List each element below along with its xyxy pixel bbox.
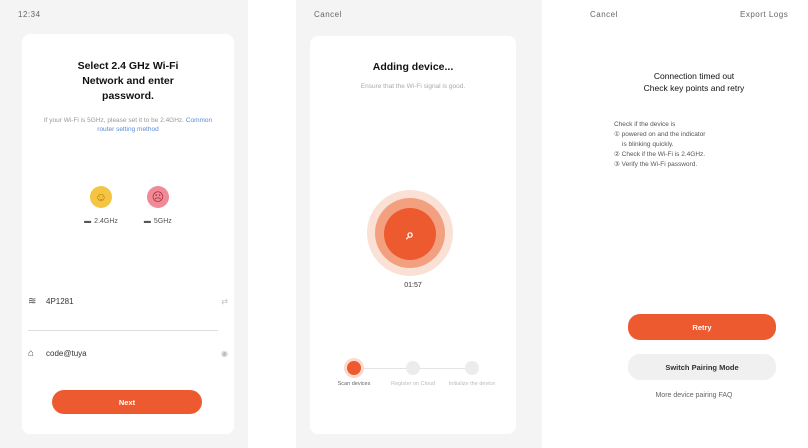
router-icon: ▬ — [143, 218, 151, 225]
page-title: Adding device... — [372, 61, 454, 73]
retry-button[interactable]: Retry — [628, 314, 776, 340]
page-title: Select 2.4 GHz Wi-Fi Network and enter p… — [77, 60, 179, 102]
switch-network-icon[interactable]: ⇄ — [214, 297, 228, 306]
next-button[interactable]: Next — [52, 390, 202, 414]
band-good: ☺ ▬ 2.4GHz — [84, 186, 118, 225]
band-bad: ☹ ▬ 5GHz — [144, 186, 172, 225]
check-item: ③ Verify the Wi-Fi password. — [614, 161, 698, 168]
step-register-label: Register on Cloud — [390, 381, 436, 387]
step-scan: Scan devices — [324, 358, 384, 387]
export-logs-link[interactable]: Export Logs — [740, 10, 788, 19]
band-good-label: ▬ 2.4GHz — [84, 218, 118, 225]
adding-subtitle: Ensure that the Wi-Fi signal is good. — [360, 83, 466, 90]
step-scan-label: Scan devices — [337, 381, 371, 387]
faq-link[interactable]: More device pairing FAQ — [580, 392, 808, 399]
timeout-title: Connection timed out Check key points an… — [580, 70, 808, 94]
band-comparison: ☺ ▬ 2.4GHz ☹ ▬ 5GHz — [22, 186, 234, 225]
connection-timeout-screen: Cancel Export Logs Connection timed out … — [580, 0, 808, 448]
password-field[interactable]: ⌂ code@tuya ◉ — [28, 342, 228, 364]
wifi-setup-screen: 12:34 Select 2.4 GHz Wi-Fi Network and e… — [0, 0, 248, 448]
search-icon: ⌕ — [384, 208, 436, 260]
check-item: Check if the device is — [614, 121, 676, 128]
adding-device-screen: Cancel Adding device... Ensure that the … — [296, 0, 542, 448]
timeout-title-line1: Connection timed out — [653, 71, 735, 81]
eye-icon[interactable]: ◉ — [214, 349, 228, 358]
cancel-link[interactable]: Cancel — [590, 10, 618, 19]
wifi-name-field[interactable]: ≋ 4P1281 ⇄ — [28, 290, 228, 312]
step-pending-dot — [406, 361, 420, 375]
step-pending-dot — [465, 361, 479, 375]
password-value: code@tuya — [46, 348, 87, 358]
step-register: Register on Cloud — [383, 358, 443, 387]
switch-pairing-mode-button[interactable]: Switch Pairing Mode — [628, 354, 776, 380]
wifi-icon: ≋ — [28, 295, 37, 307]
smile-icon: ☺ — [90, 186, 113, 208]
check-item: ① powered on and the indicator — [614, 131, 706, 138]
band-good-text: 2.4GHz — [94, 218, 118, 225]
band-bad-label: ▬ 5GHz — [144, 218, 172, 225]
adding-device-card: Adding device... Ensure that the Wi-Fi s… — [310, 36, 516, 434]
check-list: Check if the device is ① powered on and … — [614, 120, 784, 170]
elapsed-time: 01:57 — [404, 282, 422, 289]
band-bad-text: 5GHz — [153, 218, 172, 225]
wifi-hint-text: If your Wi-Fi is 5GHz, please set it to … — [43, 117, 184, 124]
step-active-dot — [347, 361, 361, 375]
check-item: is blinking quickly. — [622, 141, 674, 148]
cancel-link[interactable]: Cancel — [314, 10, 342, 19]
wifi-setup-card: Select 2.4 GHz Wi-Fi Network and enter p… — [22, 34, 234, 434]
wifi-hint: If your Wi-Fi is 5GHz, please set it to … — [36, 116, 220, 134]
step-initialize-label: Initialize the device — [448, 381, 496, 387]
timeout-title-line2: Check key points and retry — [643, 83, 745, 93]
wifi-name-value: 4P1281 — [46, 296, 74, 306]
sad-icon: ☹ — [146, 186, 169, 208]
lock-icon: ⌂ — [28, 347, 35, 359]
check-item: ② Check if the Wi-Fi is 2.4GHz. — [614, 151, 706, 158]
field-divider — [28, 330, 218, 331]
router-icon: ▬ — [84, 218, 92, 225]
step-initialize: Initialize the device — [442, 358, 502, 387]
status-bar: 12:34 — [18, 10, 41, 19]
